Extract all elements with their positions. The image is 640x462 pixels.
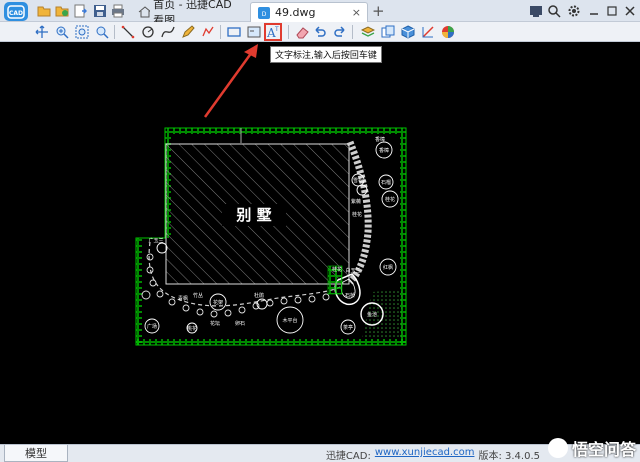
- home-icon: [138, 6, 151, 18]
- plant-label: 广场: [147, 323, 157, 330]
- plant-label: 石桥: [345, 292, 355, 299]
- plant-label: 石榴: [381, 179, 391, 186]
- undo-icon[interactable]: [312, 24, 328, 40]
- plant-label: 木平台: [282, 317, 297, 324]
- model-tab[interactable]: 模型: [4, 445, 68, 462]
- plant-label: 红枫: [383, 264, 393, 271]
- plant-label: 雪松: [353, 177, 363, 184]
- plant-label: 桂花: [352, 211, 362, 218]
- text-annotation-icon[interactable]: AT: [264, 23, 282, 41]
- line-tool-icon[interactable]: [120, 24, 136, 40]
- 3d-view-icon[interactable]: [400, 24, 416, 40]
- title-bar: CAD 首页 - 迅捷CAD看图 D 49.dwg × +: [0, 0, 640, 27]
- cad-drawing: 别 墅 香樟 香樟 雪松 石榴 紫薇 桂花 广玉兰 桂花 白玉兰 桂花 石桥 花…: [135, 44, 407, 346]
- plant-label: 杜鹃: [254, 292, 264, 299]
- plant-label: 香樟: [375, 136, 385, 143]
- measure-icon[interactable]: [420, 24, 436, 40]
- plant-label: 花架: [213, 299, 223, 306]
- export-icon[interactable]: [72, 3, 87, 18]
- watermark-text: 悟空问答: [571, 440, 636, 459]
- version-label: 版本: 3.4.0.5: [478, 451, 540, 462]
- minimize-icon[interactable]: [586, 3, 602, 19]
- plant-label: 竹丛: [193, 292, 203, 299]
- layers-icon[interactable]: [360, 24, 376, 40]
- close-tab-icon[interactable]: ×: [352, 6, 361, 19]
- plant-label: 白玉兰: [345, 267, 360, 274]
- plant-label: 广玉兰: [148, 237, 163, 244]
- toolbar-divider: [220, 25, 221, 39]
- tab-home[interactable]: 首页 - 迅捷CAD看图: [132, 0, 246, 27]
- curve-tool-icon[interactable]: [160, 24, 176, 40]
- copy-icon[interactable]: [380, 24, 396, 40]
- watermark-logo-icon: [547, 438, 568, 458]
- app-logo[interactable]: CAD: [4, 2, 28, 21]
- tab-drawing[interactable]: D 49.dwg ×: [250, 2, 368, 22]
- zoom-window-icon[interactable]: [74, 24, 90, 40]
- plant-label: 桃花: [187, 325, 197, 332]
- close-window-icon[interactable]: [622, 3, 638, 19]
- tab-drawing-label: 49.dwg: [275, 6, 316, 19]
- cloud-markup-icon[interactable]: [200, 24, 216, 40]
- plant-label: 花坛: [210, 320, 220, 327]
- maximize-icon[interactable]: [604, 3, 620, 19]
- save-icon[interactable]: [92, 3, 107, 18]
- svg-text:D: D: [262, 11, 267, 18]
- svg-text:T: T: [274, 26, 279, 33]
- gear-icon[interactable]: [566, 3, 582, 19]
- redo-icon[interactable]: [332, 24, 348, 40]
- area-measure-icon[interactable]: [246, 24, 262, 40]
- search-icon[interactable]: [546, 3, 562, 19]
- plant-label: 紫薇: [351, 198, 361, 205]
- status-info: 迅捷CAD: www.xunjiecad.com 版本: 3.4.0.5: [326, 447, 540, 462]
- zoom-extent-icon[interactable]: [94, 24, 110, 40]
- toolbar-divider: [288, 25, 289, 39]
- open-recent-icon[interactable]: [54, 3, 69, 18]
- plant-label: 香樟: [379, 147, 389, 154]
- rectangle-tool-icon[interactable]: [226, 24, 242, 40]
- drawing-canvas[interactable]: 别 墅 香樟 香樟 雪松 石榴 紫薇 桂花 广玉兰 桂花 白玉兰 桂花 石桥 花…: [0, 42, 640, 444]
- plant-label: 卵石: [235, 320, 245, 327]
- tooltip: 文字标注,输入后按回车键: [270, 46, 382, 63]
- plant-label: 桂花: [332, 266, 342, 273]
- toolbar: AT: [0, 22, 640, 42]
- watermark: 悟空问答: [547, 436, 636, 460]
- color-wheel-icon[interactable]: [440, 24, 456, 40]
- circle-tool-icon[interactable]: [140, 24, 156, 40]
- toolbar-divider: [114, 25, 115, 39]
- brand-label: 迅捷CAD:: [325, 451, 371, 462]
- print-icon[interactable]: [110, 3, 125, 18]
- zoom-in-icon[interactable]: [54, 24, 70, 40]
- fence-bottom: [136, 339, 406, 345]
- toolbar-divider: [352, 25, 353, 39]
- annotation-arrow: [203, 44, 258, 118]
- pan-icon[interactable]: [34, 24, 50, 40]
- eraser-icon[interactable]: [294, 24, 310, 40]
- status-bar: 模型 迅捷CAD: www.xunjiecad.com 版本: 3.4.0.5: [0, 444, 640, 462]
- plant-label: 鱼池: [367, 311, 377, 318]
- open-folder-icon[interactable]: [36, 3, 51, 18]
- plant-label: 青枫: [178, 295, 188, 302]
- website-link[interactable]: www.xunjiecad.com: [375, 447, 475, 462]
- dwg-file-icon: D: [258, 6, 270, 19]
- svg-text:CAD: CAD: [9, 10, 23, 17]
- plant-label: 茶亭: [343, 324, 353, 331]
- pencil-tool-icon[interactable]: [180, 24, 196, 40]
- new-tab-button[interactable]: +: [372, 2, 385, 20]
- cad-viewer-window: CAD 首页 - 迅捷CAD看图 D 49.dwg × + A T 别 墅 香樟…: [0, 0, 640, 462]
- plant-label: 桂花: [385, 196, 395, 203]
- fence-left: [136, 238, 142, 345]
- villa-label: 别 墅: [235, 206, 271, 224]
- skin-icon[interactable]: [528, 3, 544, 19]
